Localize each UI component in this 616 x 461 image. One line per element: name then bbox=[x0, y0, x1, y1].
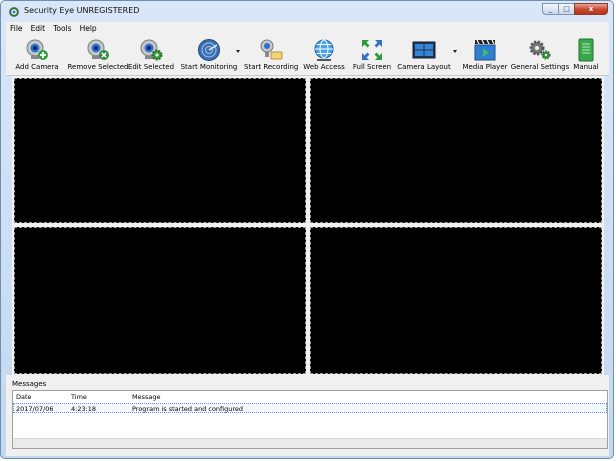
horizontal-scrollbar[interactable] bbox=[13, 438, 607, 448]
menu-tools[interactable]: Tools bbox=[49, 24, 75, 33]
status-bar bbox=[6, 450, 609, 456]
app-icon bbox=[9, 7, 19, 17]
add-camera-icon bbox=[26, 39, 48, 60]
edit-selected-label: Edit Selected bbox=[127, 63, 175, 71]
start-monitoring-label: Start Monitoring bbox=[180, 63, 238, 71]
full-screen-label: Full Screen bbox=[352, 63, 392, 71]
monitoring-dropdown-arrow[interactable] bbox=[236, 50, 240, 53]
general-settings-label: General Settings bbox=[510, 63, 570, 71]
record-icon bbox=[260, 39, 283, 60]
camera-slot-1[interactable] bbox=[14, 78, 306, 223]
camera-slot-3[interactable] bbox=[14, 227, 306, 374]
messages-table: Date Time Message 2017/07/06 4:23:18 Pro… bbox=[12, 390, 608, 449]
camera-layout-button[interactable]: Camera Layout bbox=[396, 35, 452, 75]
add-camera-button[interactable]: Add Camera bbox=[9, 35, 65, 75]
full-screen-button[interactable]: Full Screen bbox=[350, 35, 394, 75]
menu-bar: File Edit Tools Help bbox=[6, 22, 609, 35]
remove-selected-label: Remove Selected bbox=[67, 63, 129, 71]
menu-help[interactable]: Help bbox=[76, 24, 101, 33]
menu-file[interactable]: File bbox=[6, 24, 27, 33]
remove-selected-button[interactable]: Remove Selected bbox=[66, 35, 130, 75]
edit-camera-icon bbox=[140, 39, 163, 61]
camera-layout-label: Camera Layout bbox=[397, 63, 451, 71]
minimize-button[interactable]: _ bbox=[542, 3, 559, 15]
messages-title: Messages bbox=[12, 380, 47, 388]
column-header-time[interactable]: Time bbox=[71, 393, 87, 401]
start-recording-label: Start Recording bbox=[244, 63, 299, 71]
edit-selected-button[interactable]: Edit Selected bbox=[126, 35, 176, 75]
media-player-button[interactable]: Media Player bbox=[461, 35, 509, 75]
manual-button[interactable]: Manual bbox=[570, 35, 602, 75]
add-camera-label: Add Camera bbox=[15, 63, 59, 71]
fullscreen-icon bbox=[362, 40, 382, 60]
gear-icon bbox=[529, 40, 551, 60]
remove-camera-icon bbox=[87, 39, 109, 60]
layout-dropdown-arrow[interactable] bbox=[453, 50, 457, 53]
close-button[interactable]: x bbox=[574, 3, 608, 15]
title-bar[interactable]: Security Eye UNREGISTERED _ □ x bbox=[1, 1, 613, 22]
messages-panel: Messages Date Time Message 2017/07/06 4:… bbox=[6, 380, 609, 450]
window-controls: _ □ x bbox=[542, 3, 608, 15]
layout-icon bbox=[412, 41, 436, 59]
globe-icon bbox=[314, 39, 334, 61]
media-player-label: Media Player bbox=[462, 63, 508, 71]
column-header-date[interactable]: Date bbox=[16, 393, 32, 401]
table-row[interactable]: 2017/07/06 4:23:18 Program is started an… bbox=[13, 403, 607, 413]
column-header-message[interactable]: Message bbox=[132, 393, 161, 401]
media-player-icon bbox=[474, 39, 496, 61]
radar-icon bbox=[198, 39, 220, 61]
camera-view-area bbox=[12, 76, 604, 375]
general-settings-button[interactable]: General Settings bbox=[510, 35, 570, 75]
web-access-label: Web Access bbox=[303, 63, 345, 71]
maximize-button[interactable]: □ bbox=[558, 3, 575, 15]
row-time: 4:23:18 bbox=[71, 405, 97, 413]
web-access-button[interactable]: Web Access bbox=[302, 35, 346, 75]
toolbar: Add Camera Remove Selected Edit Selected bbox=[6, 35, 609, 76]
start-monitoring-button[interactable]: Start Monitoring bbox=[178, 35, 240, 75]
manual-label: Manual bbox=[573, 63, 599, 71]
manual-book-icon bbox=[578, 38, 594, 62]
window-title: Security Eye UNREGISTERED bbox=[24, 6, 140, 15]
start-recording-button[interactable]: Start Recording bbox=[244, 35, 298, 75]
menu-edit[interactable]: Edit bbox=[27, 24, 50, 33]
app-window: Security Eye UNREGISTERED _ □ x File Edi… bbox=[0, 0, 614, 459]
camera-slot-2[interactable] bbox=[310, 78, 602, 223]
camera-slot-4[interactable] bbox=[310, 227, 602, 374]
row-message: Program is started and configured bbox=[132, 405, 244, 413]
row-date: 2017/07/06 bbox=[16, 405, 54, 413]
